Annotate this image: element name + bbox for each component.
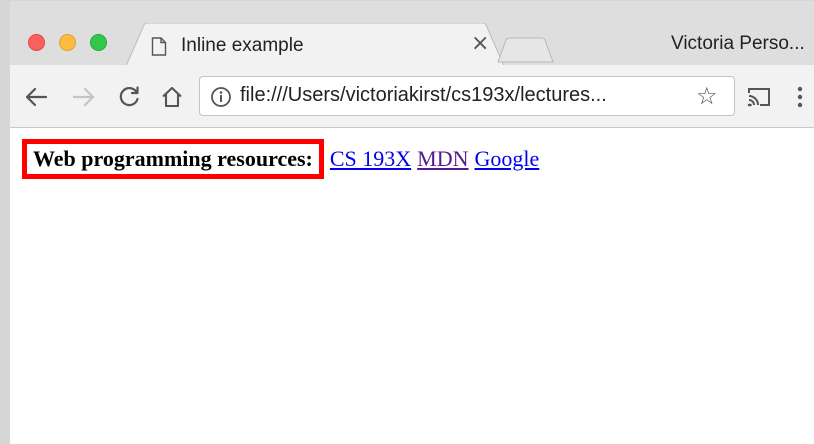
- url-text[interactable]: file:///Users/victoriakirst/cs193x/lectu…: [240, 84, 607, 107]
- info-icon[interactable]: [210, 86, 232, 113]
- link-cs193x[interactable]: CS 193X: [330, 146, 411, 171]
- resources-heading: Web programming resources:: [22, 139, 324, 179]
- star-icon[interactable]: ☆: [696, 83, 718, 109]
- link-google[interactable]: Google: [475, 146, 540, 171]
- home-icon[interactable]: [160, 86, 184, 113]
- document-icon: [151, 37, 167, 61]
- browser-window: Inline example × Victoria Perso... file:…: [0, 0, 814, 444]
- close-icon[interactable]: ×: [471, 33, 489, 55]
- page-content: Web programming resources: CS 193X MDN Goog…: [10, 129, 814, 444]
- tab-inline-example[interactable]: Inline example ×: [126, 23, 504, 69]
- cast-icon[interactable]: [746, 86, 772, 113]
- toolbar: file:///Users/victoriakirst/cs193x/lectu…: [10, 65, 814, 128]
- reload-icon[interactable]: [118, 86, 142, 113]
- address-bar[interactable]: file:///Users/victoriakirst/cs193x/lectu…: [199, 76, 735, 116]
- more-vert-icon[interactable]: [796, 86, 804, 113]
- tab-strip: Inline example × Victoria Perso...: [10, 1, 814, 69]
- arrow-right-icon[interactable]: [72, 86, 96, 113]
- resources-line: Web programming resources: CS 193X MDN Goog…: [22, 139, 539, 179]
- minimize-window-button[interactable]: [59, 34, 76, 51]
- arrow-left-icon[interactable]: [24, 86, 48, 113]
- link-mdn[interactable]: MDN: [417, 146, 468, 171]
- new-tab-button[interactable]: [496, 37, 554, 63]
- profile-name[interactable]: Victoria Perso...: [671, 33, 805, 55]
- tab-title: Inline example: [181, 35, 304, 56]
- close-window-button[interactable]: [28, 34, 45, 51]
- zoom-window-button[interactable]: [90, 34, 107, 51]
